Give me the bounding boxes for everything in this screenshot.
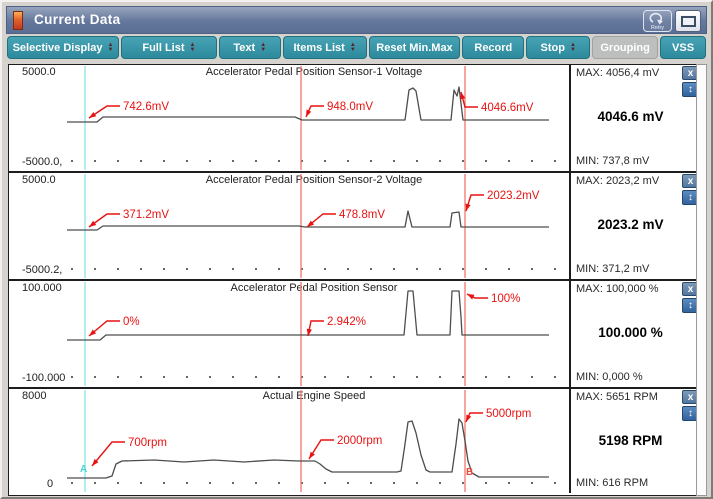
svg-text:2000rpm: 2000rpm xyxy=(337,435,382,447)
current-value: 100.000 % xyxy=(571,325,690,340)
button-label: Full List xyxy=(142,42,184,54)
max-value-label: MAX: 100,000 % xyxy=(576,283,659,295)
window-restore-button[interactable] xyxy=(675,10,701,32)
svg-text:100%: 100% xyxy=(491,293,520,305)
plot-area: 5000.0 Accelerator Pedal Position Sensor… xyxy=(9,173,569,279)
title-bar: Current Data Retry xyxy=(6,6,707,34)
button-label: VSS xyxy=(672,42,694,54)
vss-button[interactable]: VSS xyxy=(660,36,706,59)
waveform-svg: 700rpm 2000rpm 5000rpm A B xyxy=(9,389,569,493)
app-window: Current Data Retry Selective Display ▲▼ … xyxy=(0,0,713,499)
spinner-icon: ▲▼ xyxy=(190,43,196,52)
min-value-label: MIN: 0,000 % xyxy=(576,371,643,383)
info-panel: MAX: 2023,2 mV 2023.2 mV MIN: 371,2 mV x… xyxy=(569,173,700,279)
plot-area: 5000.0 Accelerator Pedal Position Sensor… xyxy=(9,65,569,171)
chart-row-aps1: 5000.0 Accelerator Pedal Position Sensor… xyxy=(9,65,700,171)
svg-text:0%: 0% xyxy=(123,316,140,328)
min-value-label: MIN: 616 RPM xyxy=(576,477,648,489)
full-list-button[interactable]: Full List ▲▼ xyxy=(121,36,217,59)
button-label: Text xyxy=(233,42,255,54)
svg-text:700rpm: 700rpm xyxy=(128,437,167,449)
min-value-label: MIN: 371,2 mV xyxy=(576,263,649,275)
reset-minmax-button[interactable]: Reset Min.Max xyxy=(369,36,461,59)
button-label: Record xyxy=(474,42,512,54)
window-title: Current Data xyxy=(34,7,121,33)
items-list-button[interactable]: Items List ▲▼ xyxy=(283,36,367,59)
text-mode-button[interactable]: Text ▲▼ xyxy=(219,36,281,59)
button-label: Reset Min.Max xyxy=(376,42,452,54)
button-label: Selective Display xyxy=(13,42,103,54)
current-value: 4046.6 mV xyxy=(571,109,690,124)
selective-display-button[interactable]: Selective Display ▲▼ xyxy=(7,36,119,59)
info-panel: MAX: 4056,4 mV 4046.6 mV MIN: 737,8 mV x… xyxy=(569,65,700,171)
chart-row-aps2: 5000.0 Accelerator Pedal Position Sensor… xyxy=(9,171,700,279)
waveform-svg: 0% 2.942% 100% xyxy=(9,281,569,387)
plot-area: 8000 Actual Engine Speed 0 700rpm2000rpm… xyxy=(9,389,569,493)
stop-button[interactable]: Stop ▲▼ xyxy=(526,36,590,59)
svg-text:2.942%: 2.942% xyxy=(327,316,366,328)
record-button[interactable]: Record xyxy=(462,36,524,59)
vertical-scrollbar[interactable] xyxy=(696,64,707,496)
max-value-label: MAX: 5651 RPM xyxy=(576,391,658,403)
max-value-label: MAX: 4056,4 mV xyxy=(576,67,659,79)
chart-row-aps: 100.000 Accelerator Pedal Position Senso… xyxy=(9,279,700,387)
info-panel: MAX: 100,000 % 100.000 % MIN: 0,000 % x … xyxy=(569,281,700,387)
waveform-svg: 371.2mV 478.8mV 2023.2mV xyxy=(9,173,569,279)
plot-area: 100.000 Accelerator Pedal Position Senso… xyxy=(9,281,569,387)
restore-icon xyxy=(681,16,696,27)
spinner-icon: ▲▼ xyxy=(350,43,356,52)
button-label: Items List xyxy=(293,42,344,54)
svg-text:742.6mV: 742.6mV xyxy=(123,101,169,113)
spinner-icon: ▲▼ xyxy=(570,43,576,52)
svg-text:2023.2mV: 2023.2mV xyxy=(487,190,540,202)
svg-text:948.0mV: 948.0mV xyxy=(327,101,373,113)
grouping-button[interactable]: Grouping xyxy=(592,36,658,59)
svg-text:4046.6mV: 4046.6mV xyxy=(481,102,534,114)
info-panel: MAX: 5651 RPM 5198 RPM MIN: 616 RPM x ↕ xyxy=(569,389,700,493)
retry-label: Retry xyxy=(644,25,671,31)
svg-text:5000rpm: 5000rpm xyxy=(486,408,531,420)
retry-arrow-icon xyxy=(645,12,670,25)
spinner-icon: ▲▼ xyxy=(260,43,266,52)
current-value: 5198 RPM xyxy=(571,433,690,448)
retry-button[interactable]: Retry xyxy=(643,10,672,32)
svg-text:B: B xyxy=(466,467,473,478)
chart-row-engine-speed: 8000 Actual Engine Speed 0 700rpm2000rpm… xyxy=(9,387,700,493)
waveform-svg: 742.6mV 948.0mV 4046.6mV xyxy=(9,65,569,171)
app-icon xyxy=(13,11,23,30)
charts-container: 5000.0 Accelerator Pedal Position Sensor… xyxy=(8,64,701,496)
svg-text:478.8mV: 478.8mV xyxy=(339,209,385,221)
svg-text:A: A xyxy=(80,464,87,475)
spinner-icon: ▲▼ xyxy=(107,43,113,52)
min-value-label: MIN: 737,8 mV xyxy=(576,155,649,167)
toolbar: Selective Display ▲▼ Full List ▲▼ Text ▲… xyxy=(6,35,707,63)
max-value-label: MAX: 2023,2 mV xyxy=(576,175,659,187)
current-value: 2023.2 mV xyxy=(571,217,690,232)
button-label: Grouping xyxy=(600,42,650,54)
button-label: Stop xyxy=(541,42,565,54)
svg-text:371.2mV: 371.2mV xyxy=(123,209,169,221)
